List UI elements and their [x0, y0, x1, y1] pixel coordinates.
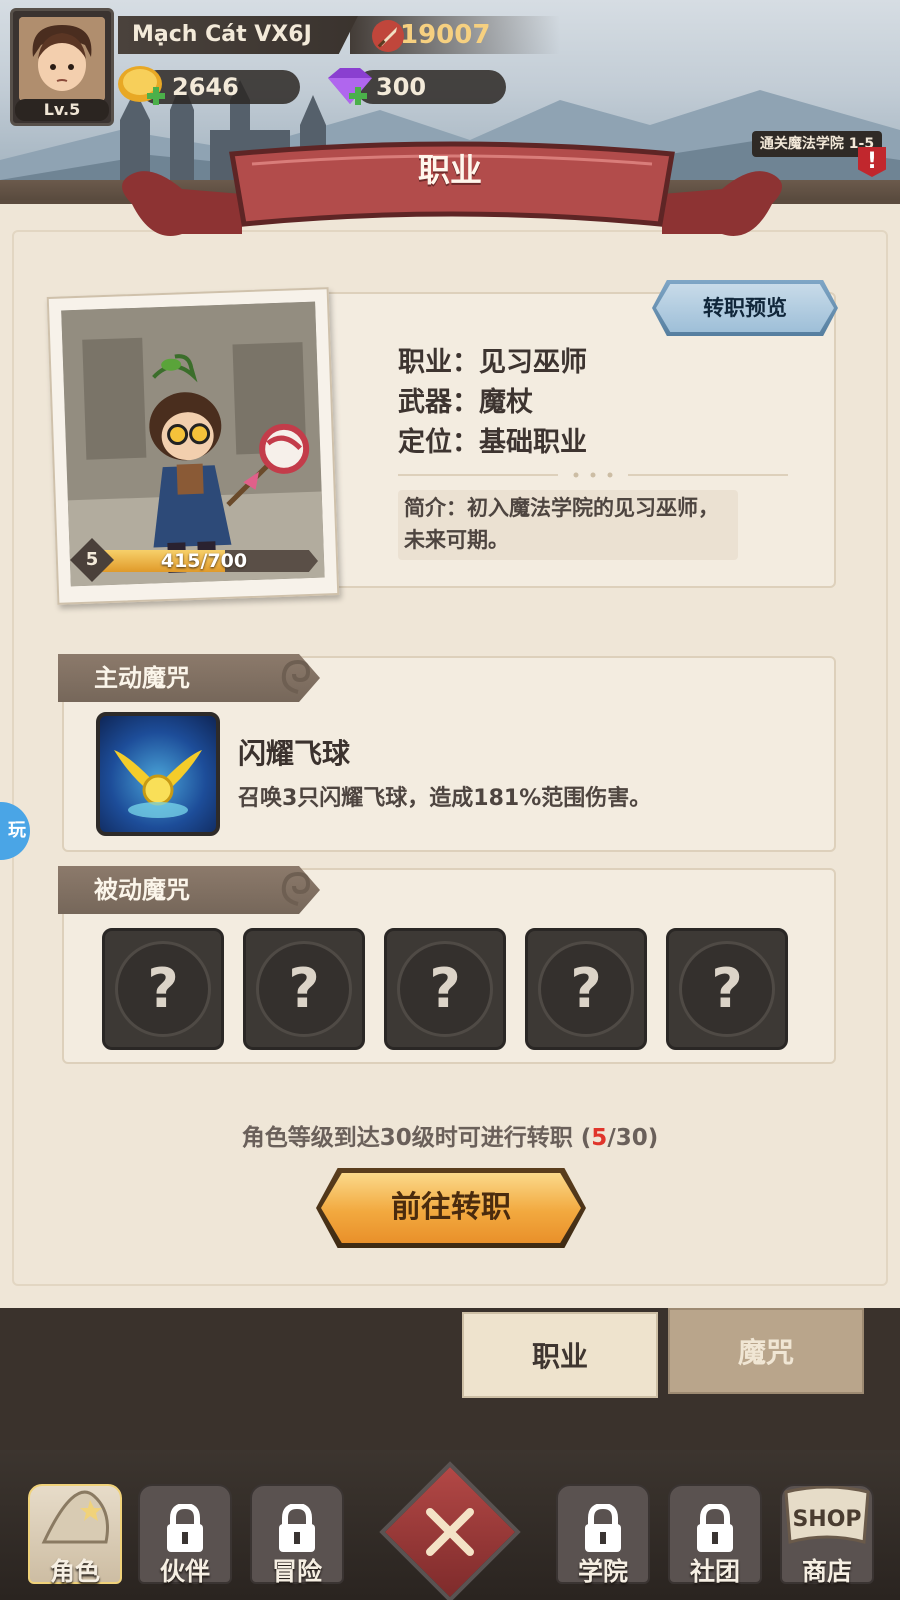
- requirement-text: 角色等级到达30级时可进行转职 (: [241, 1125, 592, 1151]
- shop-sign-text: SHOP: [792, 1507, 861, 1532]
- swirl-ornament-icon: [281, 659, 311, 694]
- nav-role[interactable]: 角色: [22, 1474, 128, 1596]
- nav-center-close[interactable]: [379, 1461, 521, 1600]
- nav-adventure[interactable]: 冒险: [244, 1474, 350, 1596]
- role-line: 定位：基础职业: [398, 427, 587, 458]
- current-level: 5: [591, 1125, 608, 1151]
- nav-role-label: 角色: [49, 1557, 100, 1586]
- nav-adventure-label: 冒险: [271, 1557, 322, 1586]
- unknown-question-icon: ?: [288, 957, 320, 1020]
- add-gold-icon[interactable]: [146, 86, 166, 106]
- close-icon: [426, 1508, 474, 1556]
- shop-sign-icon: SHOP: [784, 1486, 870, 1544]
- unknown-question-icon: ?: [429, 957, 461, 1020]
- nav-partner-label: 伙伴: [159, 1557, 210, 1586]
- class-portrait: [61, 301, 325, 587]
- player-level-badge: Lv.5: [15, 99, 109, 121]
- class-xp-bar: 415/700 5: [70, 538, 324, 582]
- add-gem-icon[interactable]: [348, 86, 368, 106]
- lock-icon: [585, 1504, 621, 1552]
- active-spell-name: 闪耀飞球: [238, 737, 351, 770]
- passive-slot-4[interactable]: ?: [525, 928, 647, 1050]
- active-spell-description: 召唤3只闪耀飞球，造成181%范围伤害。: [238, 786, 652, 811]
- passive-slot-1[interactable]: ?: [102, 928, 224, 1050]
- unknown-question-icon: ?: [147, 957, 179, 1020]
- unknown-question-icon: ?: [570, 957, 602, 1020]
- nav-club-label: 社团: [689, 1557, 740, 1586]
- requirement-target: /30): [607, 1125, 659, 1151]
- swirl-ornament-icon: [281, 871, 311, 906]
- nav-shop-label: 商店: [801, 1557, 852, 1586]
- lock-icon: [697, 1504, 733, 1552]
- active-spell-icon[interactable]: [96, 712, 220, 836]
- passive-slot-3[interactable]: ?: [384, 928, 506, 1050]
- passive-slot-2[interactable]: ?: [243, 928, 365, 1050]
- nav-partner[interactable]: 伙伴: [132, 1474, 238, 1596]
- lock-icon: [167, 1504, 203, 1552]
- nav-academy-label: 学院: [577, 1557, 628, 1586]
- page-title: 职业: [417, 151, 482, 189]
- nav-shop[interactable]: SHOP 商店: [774, 1474, 880, 1596]
- avatar: [19, 17, 105, 101]
- nav-club[interactable]: 社团: [662, 1474, 768, 1596]
- nav-academy[interactable]: 学院: [550, 1474, 656, 1596]
- gem-counter: 300: [356, 70, 506, 104]
- player-name: Mạch Cát VX6J: [118, 16, 358, 54]
- divider: [398, 472, 788, 478]
- class-description: 简介：初入魔法学院的见习巫师，未来可期。: [398, 490, 738, 560]
- goto-button-label: 前往转职: [391, 1190, 511, 1225]
- job-preview-button[interactable]: 转职预览: [652, 280, 838, 336]
- weapon-line: 武器：魔杖: [398, 387, 533, 418]
- player-avatar-frame[interactable]: Lv.5: [10, 8, 114, 126]
- lock-icon: [279, 1504, 315, 1552]
- job-change-requirement: 角色等级到达30级时可进行转职 (5/30): [0, 1118, 900, 1152]
- passive-slot-5[interactable]: ?: [666, 928, 788, 1050]
- wizard-hat-icon: [41, 1490, 109, 1544]
- go-change-job-button[interactable]: 前往转职: [316, 1168, 586, 1248]
- class-line: 职业：见习巫师: [398, 347, 587, 378]
- xp-text: 415/700: [160, 550, 248, 572]
- preview-button-label: 转职预览: [703, 296, 787, 320]
- sword-power-icon: [372, 20, 404, 52]
- tab-class[interactable]: 职业: [462, 1312, 658, 1398]
- tab-spells[interactable]: 魔咒: [668, 1308, 864, 1394]
- unknown-question-icon: ?: [711, 957, 743, 1020]
